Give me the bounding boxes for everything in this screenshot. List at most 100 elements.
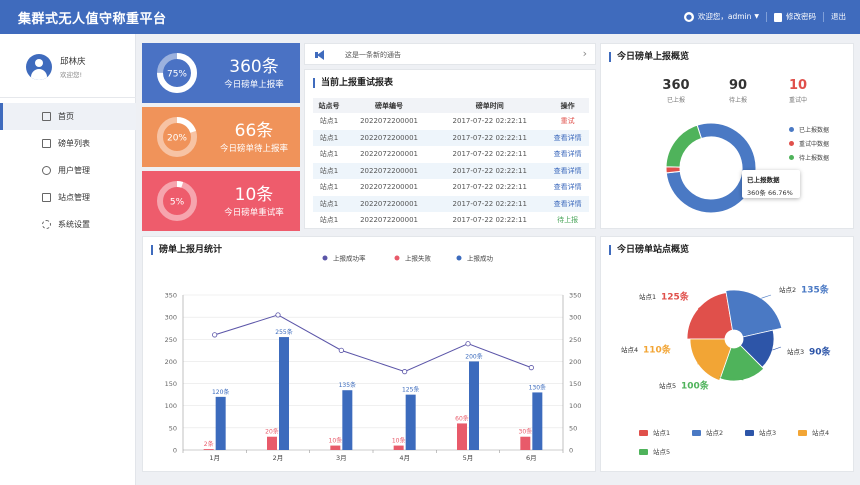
table-cell-time: 2017-07-22 02:22:11 (452, 150, 527, 159)
y2-tick-label: 0 (569, 447, 573, 455)
legend-label: 站点3 (759, 428, 776, 437)
sidebar: 邱林庆 欢迎您! 首页 磅单列表 用户管理 站点管理 系统设置 (0, 34, 136, 485)
bar-success-label: 130条 (529, 383, 546, 391)
retry-report-panel: 当前上报重试报表 站点号 磅单编号 磅单时间 操作 站点1 20220722000… (304, 69, 596, 229)
x-tick-label: 1月 (209, 454, 220, 462)
bar-fail-label: 10条 (329, 437, 343, 445)
legend-item[interactable]: 已上报数据 (789, 122, 829, 136)
overview-number: 10 (788, 78, 808, 93)
table-cell-station: 站点1 (319, 183, 339, 192)
user-icon (42, 166, 51, 175)
legend-label: 上报成功 (467, 254, 494, 263)
stat-card-pending: 20% 66条 今日磅单待上报率 (142, 107, 300, 167)
rose-leader-line (761, 294, 772, 299)
line-series (214, 314, 532, 373)
row-action-link[interactable]: 重试 (546, 113, 589, 130)
line-point (465, 341, 471, 347)
bar-fail (330, 445, 341, 450)
sidebar-item-stations[interactable]: 站点管理 (0, 184, 136, 211)
legend-dot-icon (789, 126, 794, 132)
line-point (338, 347, 344, 353)
y-tick-label: 250 (165, 336, 177, 344)
monthly-stats-panel: 磅单上报月统计 0 0 50 50 100 100 150 150 200 200 250 250 30… (142, 236, 596, 472)
bar-success (342, 390, 353, 450)
sidebar-item-users[interactable]: 用户管理 (0, 157, 136, 184)
overview-value-reported: 360 已上报 (646, 78, 706, 104)
bar-success-label: 255条 (275, 328, 292, 336)
table-cell-station: 站点1 (313, 195, 345, 212)
row-action-link[interactable]: 查看详情 (546, 195, 589, 212)
overview-number: 90 (728, 78, 748, 93)
overview-label: 待上报 (728, 97, 747, 104)
legend-item[interactable]: 待上报数据 (789, 150, 829, 164)
bar-success-label: 120条 (212, 388, 229, 396)
y-tick-label: 150 (165, 380, 177, 388)
table-cell-time: 2017-07-22 02:22:11 (433, 129, 547, 146)
chevron-down-icon[interactable]: ▼ (754, 13, 759, 20)
legend-swatch-icon (798, 430, 807, 436)
table-cell-id: 2022072200001 (360, 150, 418, 159)
notice-bar[interactable]: 这是一条新的通告 › (304, 43, 596, 65)
legend-swatch-icon (639, 449, 648, 455)
change-password-link[interactable]: 修改密码 (786, 11, 816, 22)
table-cell-time: 2017-07-22 02:22:11 (433, 195, 547, 212)
sidebar-item-settings[interactable]: 系统设置 (0, 211, 136, 238)
legend-swatch-icon (692, 430, 701, 436)
rose-station-label: 站点2 (779, 285, 796, 294)
y-tick-label: 100 (165, 402, 177, 410)
legend-label: 站点4 (812, 428, 829, 437)
row-action-link[interactable]: 查看详情 (546, 129, 589, 146)
logout-link[interactable]: 退出 (831, 11, 846, 22)
table-cell-station: 站点1 (319, 216, 339, 225)
sidebar-item-label: 首页 (58, 112, 74, 121)
legend-dot-icon (789, 154, 794, 160)
bar-success-label: 125条 (402, 386, 419, 394)
bar-fail-label: 10条 (392, 437, 406, 445)
table-row: 站点1 2022072200001 2017-07-22 02:22:11 查看详情 (313, 179, 589, 196)
table-header-row: 站点号 磅单编号 磅单时间 操作 (313, 98, 589, 113)
sidebar-item-label: 站点管理 (58, 193, 90, 202)
x-tick-label: 2月 (273, 454, 284, 462)
bar-success (279, 337, 289, 450)
bar-fail (203, 449, 214, 450)
welcome-user-menu[interactable]: 欢迎您，admin (698, 11, 752, 22)
x-tick-label: 5月 (463, 454, 474, 462)
table-row: 站点1 2022072200001 2017-07-22 02:22:11 查看详情 (313, 129, 589, 146)
chevron-right-icon[interactable]: › (583, 47, 587, 60)
speaker-icon (317, 50, 324, 60)
x-tick-label: 6月 (526, 454, 537, 462)
row-action-link[interactable]: 查看详情 (546, 179, 589, 196)
bar-success (469, 361, 479, 450)
top-bar: 集群式无人值守称重平台 ● 欢迎您，admin ▼ 修改密码 退出 (0, 0, 860, 34)
monthly-bar-line-chart: 0 0 50 50 100 100 150 150 200 200 250 250 300 300 350 3… (165, 254, 582, 463)
ring-percent: 20% (167, 134, 187, 144)
bar-success-label: 135条 (339, 381, 356, 389)
legend-dot-icon (322, 255, 328, 261)
table-row: 站点1 2022072200001 2017-07-22 02:22:11 重试 (313, 113, 589, 130)
sidebar-item-home[interactable]: 首页 (0, 103, 136, 130)
legend-item[interactable]: 重试中数据 (789, 136, 829, 150)
line-point (528, 365, 534, 371)
row-action-link[interactable]: 待上报 (546, 212, 589, 229)
legend-label: 站点1 (653, 428, 670, 437)
x-tick-label: 3月 (336, 454, 347, 462)
row-action-link[interactable]: 查看详情 (546, 146, 589, 163)
legend-dot-icon (394, 255, 400, 261)
rose-station-label: 站点1 (639, 292, 656, 301)
bar-success (405, 394, 416, 450)
column-header: 磅单编号 (344, 98, 434, 113)
donut-slice (665, 124, 703, 168)
panel-title: 今日磅单上报概览 (609, 52, 689, 62)
cube-icon (42, 139, 51, 148)
row-action-link[interactable]: 查看详情 (546, 162, 589, 179)
rose-slice (686, 292, 733, 340)
y-tick-label: 50 (169, 424, 177, 432)
rose-station-label: 站点3 (787, 347, 804, 356)
table-cell-time: 2017-07-22 02:22:11 (452, 183, 527, 192)
bar-fail-label: 2条 (204, 440, 214, 448)
overview-number: 360 (662, 78, 690, 93)
top-right-controls: ● 欢迎您，admin ▼ 修改密码 退出 (683, 11, 846, 22)
divider (823, 11, 824, 22)
divider (0, 97, 136, 98)
sidebar-item-weigh-list[interactable]: 磅单列表 (0, 130, 136, 157)
